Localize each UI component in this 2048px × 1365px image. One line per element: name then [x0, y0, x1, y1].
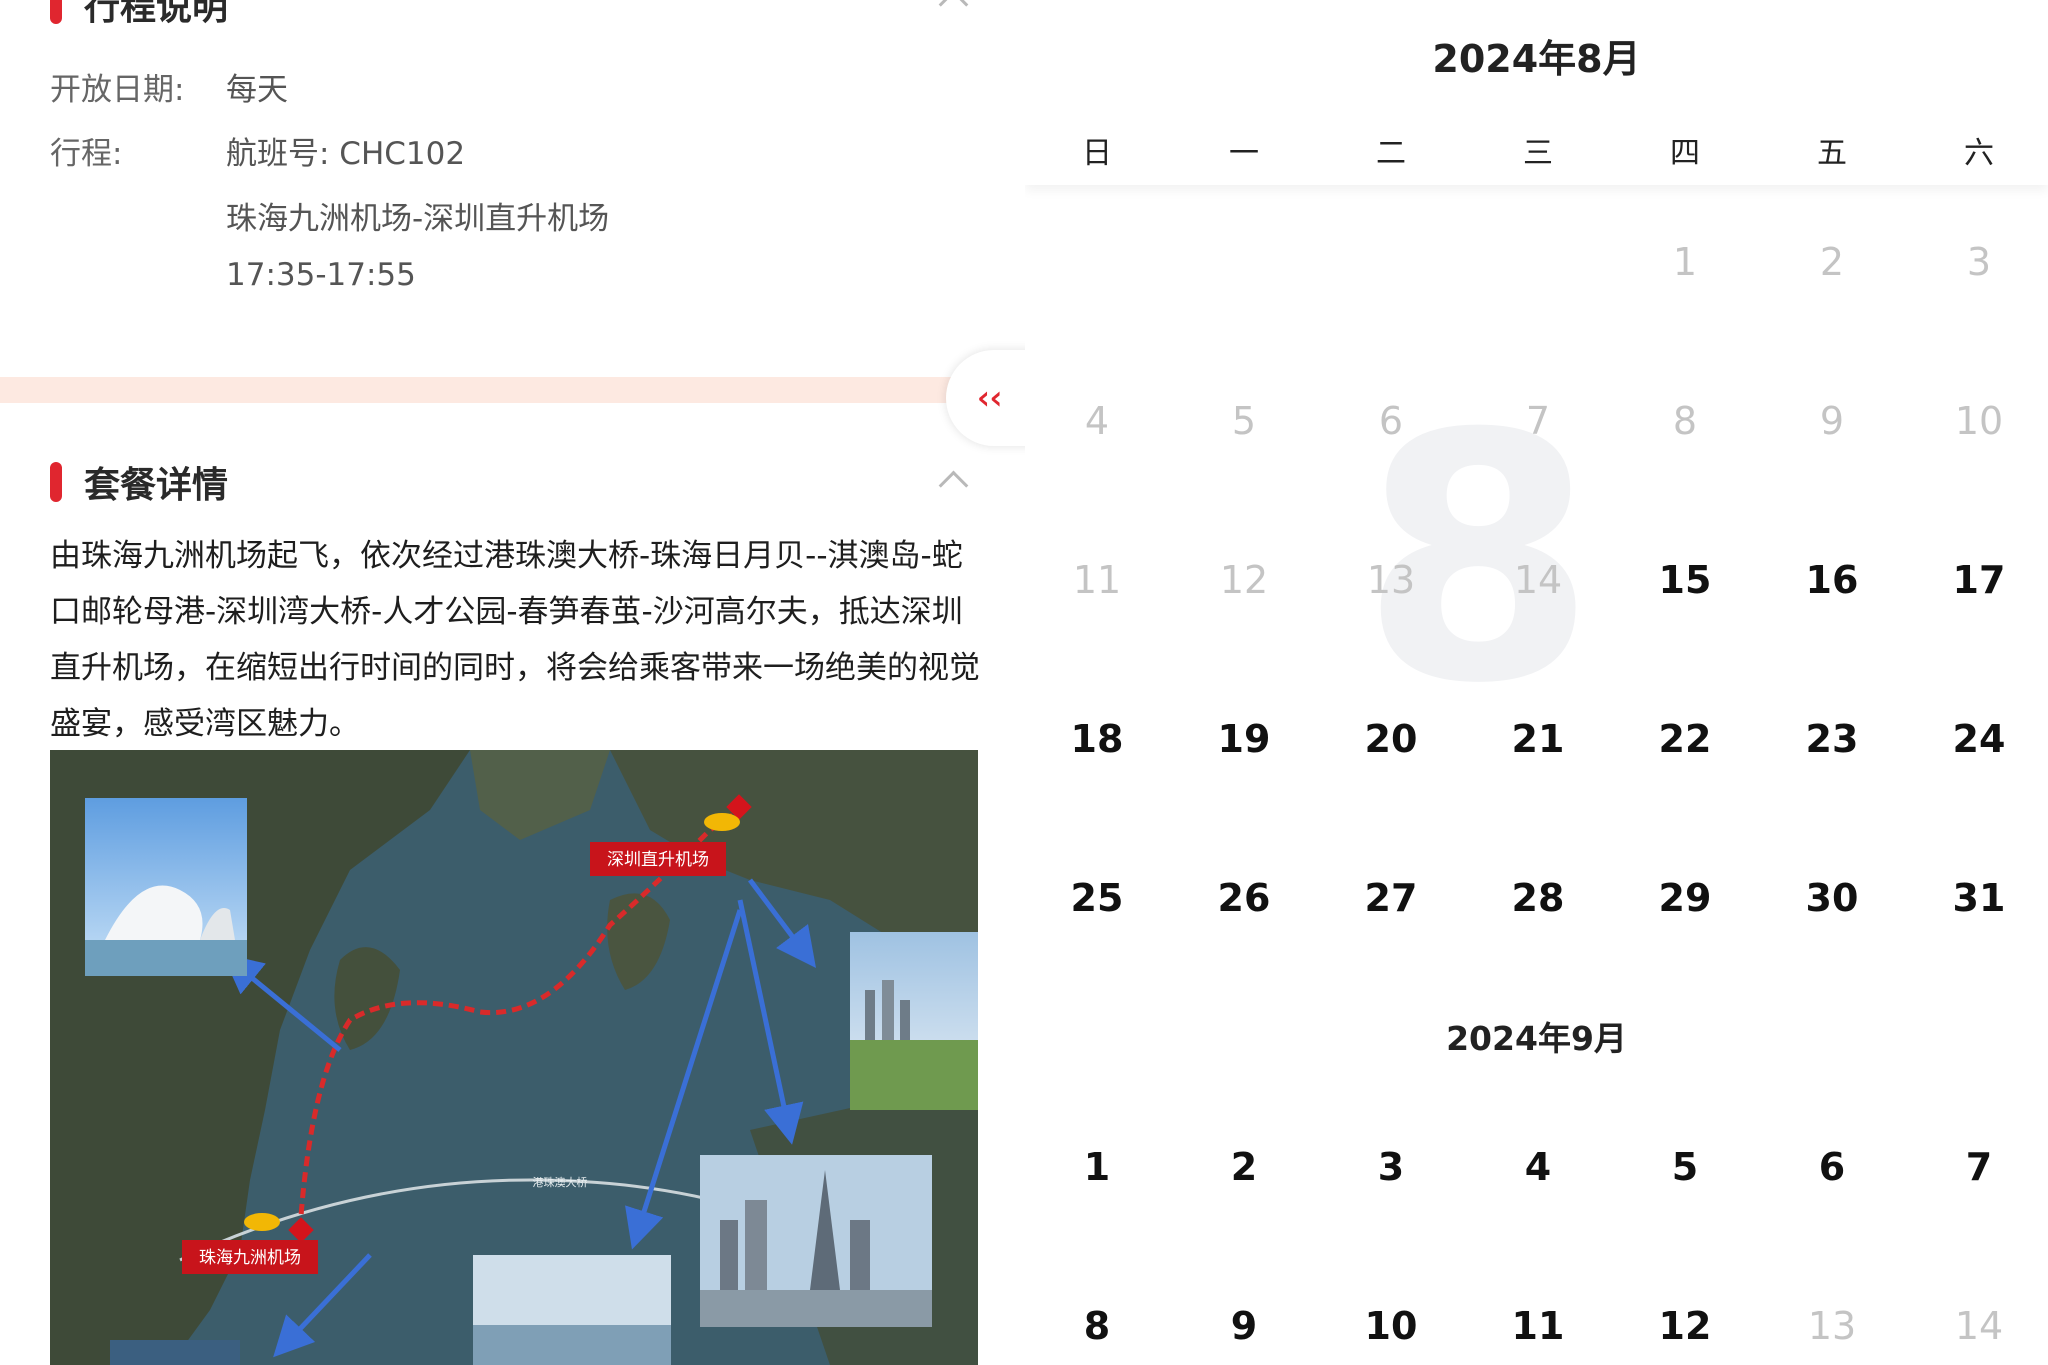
- calendar-day-aug-21[interactable]: 21: [1488, 717, 1588, 761]
- calendar-header: 2024年8月 日 一 二 三 四 五 六: [1025, 0, 2048, 185]
- calendar-day-aug-1: 1: [1672, 240, 1698, 284]
- section-divider: [0, 377, 1025, 403]
- package-section-header[interactable]: 套餐详情: [50, 456, 228, 508]
- route-label: 行程:: [50, 136, 123, 172]
- package-section-title: 套餐详情: [84, 465, 229, 506]
- calendar-day-aug-16[interactable]: 16: [1782, 558, 1882, 602]
- calendar-day-sep-10[interactable]: 10: [1341, 1304, 1441, 1348]
- open-date-value: 每天: [226, 72, 288, 108]
- calendar-day-aug-8: 8: [1672, 399, 1698, 443]
- calendar-day-aug-2: 2: [1819, 240, 1845, 284]
- weekday-thu: 四: [1670, 136, 1700, 171]
- calendar-day-sep-8[interactable]: 8: [1047, 1304, 1147, 1348]
- package-detail-panel: 行程说明 开放日期: 每天 行程: 航班号: CHC102 珠海九洲机场-深圳直…: [0, 0, 1025, 1365]
- calendar-day-sep-9[interactable]: 9: [1194, 1304, 1294, 1348]
- weekday-fri: 五: [1817, 136, 1847, 171]
- weekday-mon: 一: [1229, 136, 1259, 171]
- calendar-day-aug-17[interactable]: 17: [1929, 558, 2029, 602]
- open-date-label: 开放日期:: [50, 72, 185, 108]
- package-description: 由珠海九洲机场起飞，依次经过港珠澳大桥-珠海日月贝--淇澳岛-蛇口邮轮母港-深圳…: [50, 538, 980, 742]
- bridge-label: 港珠澳大桥: [533, 1175, 588, 1189]
- calendar-day-sep-7[interactable]: 7: [1929, 1145, 2029, 1189]
- calendar-day-aug-25[interactable]: 25: [1047, 876, 1147, 920]
- double-chevron-left-icon: ‹‹: [973, 378, 1007, 418]
- weekday-tue: 二: [1376, 136, 1406, 171]
- calendar-day-sep-5[interactable]: 5: [1635, 1145, 1735, 1189]
- month-title-september: 2024年9月: [1446, 1019, 1627, 1058]
- flight-number: 航班号: CHC102: [226, 136, 466, 172]
- month-title-august: 2024年8月: [1432, 37, 1641, 81]
- origin-label: 珠海九洲机场: [199, 1248, 301, 1268]
- calendar-day-aug-9: 9: [1819, 399, 1845, 443]
- calendar-day-aug-27[interactable]: 27: [1341, 876, 1441, 920]
- calendar-day-aug-19[interactable]: 19: [1194, 717, 1294, 761]
- date-picker-calendar: 2024年8月 日 一 二 三 四 五 六 8 1 2 3 4 5 6 7 8 9 10 11 12 1…: [1025, 0, 2048, 1365]
- weekday-sun: 日: [1082, 136, 1112, 171]
- calendar-day-sep-14: 14: [1954, 1304, 2004, 1348]
- section-accent-bar: [50, 462, 62, 502]
- calendar-day-aug-5: 5: [1231, 399, 1257, 443]
- calendar-day-aug-15[interactable]: 15: [1635, 558, 1735, 602]
- itinerary-section-header[interactable]: 行程说明: [50, 0, 228, 30]
- chevron-up-icon[interactable]: [938, 470, 969, 501]
- calendar-day-aug-30[interactable]: 30: [1782, 876, 1882, 920]
- calendar-day-aug-4: 4: [1084, 399, 1110, 443]
- itinerary-section-title: 行程说明: [84, 0, 229, 28]
- calendar-day-aug-7: 7: [1525, 399, 1551, 443]
- calendar-day-sep-13: 13: [1807, 1304, 1857, 1348]
- calendar-day-sep-3[interactable]: 3: [1341, 1145, 1441, 1189]
- calendar-day-aug-24[interactable]: 24: [1929, 717, 2029, 761]
- route-stops: 珠海九洲机场-深圳直升机场: [226, 201, 610, 237]
- route-map-image: 深圳直升机场 珠海九洲机场 港珠澳大桥: [50, 750, 978, 1365]
- calendar-day-aug-26[interactable]: 26: [1194, 876, 1294, 920]
- calendar-day-aug-10: 10: [1954, 399, 2004, 443]
- section-accent-bar: [50, 0, 62, 24]
- calendar-day-sep-4[interactable]: 4: [1488, 1145, 1588, 1189]
- calendar-day-aug-12: 12: [1219, 558, 1269, 602]
- calendar-day-sep-6[interactable]: 6: [1782, 1145, 1882, 1189]
- calendar-day-aug-3: 3: [1966, 240, 1992, 284]
- calendar-day-aug-11: 11: [1072, 558, 1122, 602]
- calendar-day-sep-2[interactable]: 2: [1194, 1145, 1294, 1189]
- calendar-day-aug-31[interactable]: 31: [1929, 876, 2029, 920]
- weekday-sat: 六: [1964, 136, 1994, 171]
- destination-label: 深圳直升机场: [607, 850, 709, 870]
- calendar-day-sep-1[interactable]: 1: [1047, 1145, 1147, 1189]
- flight-time: 17:35-17:55: [226, 257, 416, 293]
- calendar-day-aug-28[interactable]: 28: [1488, 876, 1588, 920]
- chevron-up-icon[interactable]: [938, 0, 969, 20]
- calendar-day-aug-20[interactable]: 20: [1341, 717, 1441, 761]
- weekday-wed: 三: [1523, 136, 1553, 171]
- calendar-day-sep-11[interactable]: 11: [1488, 1304, 1588, 1348]
- calendar-day-aug-23[interactable]: 23: [1782, 717, 1882, 761]
- calendar-day-aug-13: 13: [1366, 558, 1416, 602]
- calendar-day-aug-29[interactable]: 29: [1635, 876, 1735, 920]
- calendar-day-aug-22[interactable]: 22: [1635, 717, 1735, 761]
- calendar-day-aug-6: 6: [1378, 399, 1404, 443]
- calendar-day-sep-12[interactable]: 12: [1635, 1304, 1735, 1348]
- calendar-day-aug-14: 14: [1513, 558, 1563, 602]
- calendar-day-aug-18[interactable]: 18: [1047, 717, 1147, 761]
